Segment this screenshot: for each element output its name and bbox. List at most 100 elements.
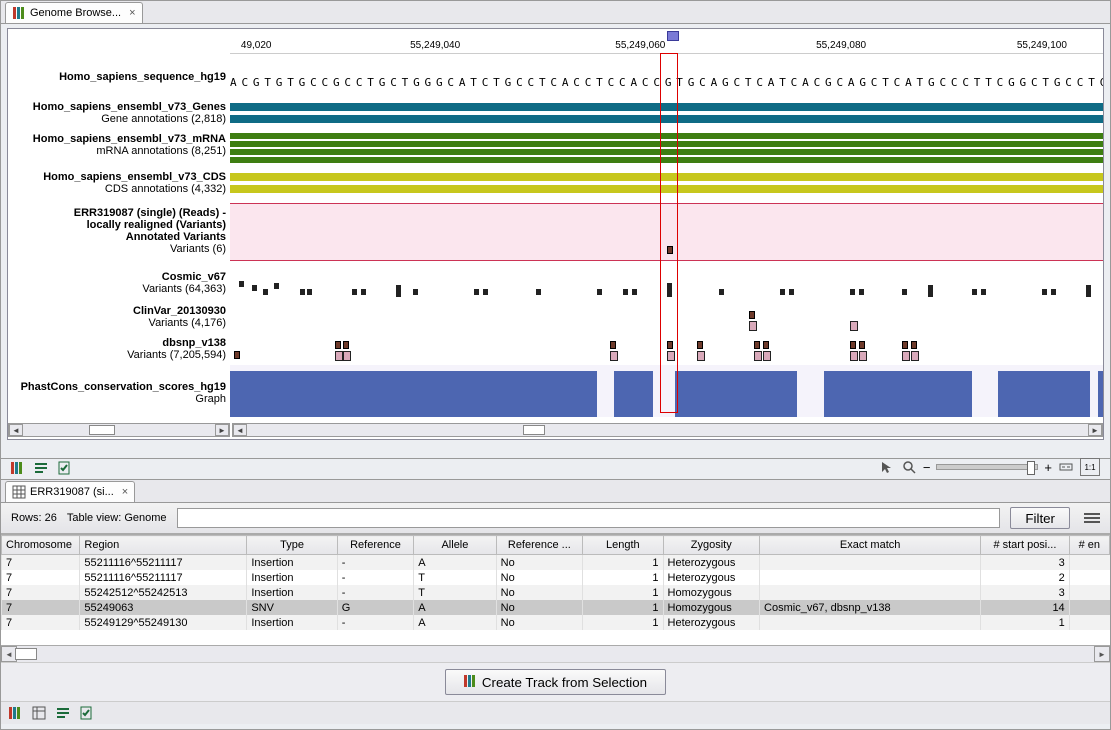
track-subtitle: Graph (195, 393, 226, 405)
tab-genome-browser[interactable]: Genome Browse... × (5, 2, 143, 23)
ruler-tick: 49,020 (241, 40, 272, 51)
gene-band (230, 103, 1103, 111)
zoom-controls: − + 1:1 (879, 458, 1100, 476)
filter-bar: Rows: 26 Table view: Genome Filter (1, 503, 1110, 534)
action-row: Create Track from Selection (1, 662, 1110, 701)
coordinate-ruler: 49,020 55,249,040 55,249,060 55,249,080 … (230, 29, 1103, 54)
filter-input[interactable] (177, 508, 1001, 528)
top-tabbar: Genome Browse... × (1, 1, 1110, 24)
genome-browser-panel: 49,020 55,249,040 55,249,060 55,249,080 … (1, 24, 1110, 459)
column-header[interactable]: Chromosome (2, 536, 80, 555)
track-view-icon[interactable] (9, 460, 25, 476)
track-subtitle: mRNA annotations (8,251) (96, 145, 226, 157)
ruler-tick: 55,249,080 (816, 40, 866, 51)
settings-menu-icon[interactable] (1084, 510, 1100, 526)
track-subtitle: CDS annotations (4,332) (105, 183, 226, 195)
browser-view-icons (9, 460, 73, 476)
track-subtitle: Variants (6) (170, 243, 226, 255)
text-view-icon[interactable] (33, 460, 49, 476)
close-icon[interactable]: × (122, 486, 128, 498)
cosmic-track (230, 275, 1103, 301)
app-window: Genome Browse... × 49,020 55,249,040 55,… (0, 0, 1111, 730)
column-header[interactable]: Type (247, 536, 337, 555)
dbsnp-track (230, 339, 1103, 363)
track-subtitle: Gene annotations (2,818) (101, 113, 226, 125)
check-report-icon[interactable] (79, 705, 95, 721)
zoom-icon[interactable] (901, 459, 917, 475)
track-subtitle: Variants (4,176) (149, 317, 226, 329)
sequence-letters: ACGTGTGCCGCCTGCTGGGCATCTGCCTCACCTCCACCGT… (230, 75, 1103, 91)
close-icon[interactable]: × (129, 7, 135, 19)
track-subtitle: Variants (7,205,594) (127, 349, 226, 361)
table-view-icon[interactable] (31, 705, 47, 721)
track-area[interactable]: ACGTGTGCCGCCTGCTGGGCATCTGCCTCACCTCCACCGT… (230, 53, 1103, 439)
annotated-variants-track (230, 203, 1103, 261)
table-icon (12, 485, 26, 499)
track-title: Cosmic_v67 (162, 271, 226, 283)
column-header[interactable]: Exact match (760, 536, 981, 555)
track-title: ERR319087 (single) (Reads) - (74, 207, 226, 219)
track-labels: Homo_sapiens_sequence_hg19 Homo_sapiens_… (8, 29, 230, 439)
button-label: Create Track from Selection (482, 675, 647, 690)
one-to-one-icon[interactable]: 1:1 (1080, 458, 1100, 476)
mrna-band (230, 141, 1103, 147)
track-title: Annotated Variants (126, 231, 226, 243)
track-title: Homo_sapiens_ensembl_v73_mRNA (33, 133, 226, 145)
track-title: Homo_sapiens_sequence_hg19 (59, 71, 226, 83)
check-report-icon[interactable] (57, 460, 73, 476)
fit-width-icon[interactable] (1058, 459, 1074, 475)
table-scrollbar[interactable]: ◄ ► (1, 645, 1110, 662)
column-header[interactable]: Reference (337, 536, 413, 555)
table-row[interactable]: 755211116^55211117Insertion-TNo1Heterozy… (2, 570, 1110, 585)
table-row[interactable]: 755242512^55242513Insertion-TNo1Homozygo… (2, 585, 1110, 600)
variants-panel: ERR319087 (si... × Rows: 26 Table view: … (1, 479, 1110, 729)
bottom-tabbar: ERR319087 (si... × (1, 479, 1110, 503)
table-row[interactable]: 755211116^55211117Insertion-ANo1Heterozy… (2, 555, 1110, 571)
mrna-band (230, 133, 1103, 139)
browser-canvas[interactable]: 49,020 55,249,040 55,249,060 55,249,080 … (7, 28, 1104, 440)
create-track-button[interactable]: Create Track from Selection (445, 669, 666, 695)
table-row[interactable]: 755249063SNVGANo1HomozygousCosmic_v67, d… (2, 600, 1110, 615)
zoom-slider[interactable] (936, 464, 1038, 470)
zoom-out-icon[interactable]: − (923, 460, 931, 475)
track-subtitle: Variants (64,363) (142, 283, 226, 295)
column-header[interactable]: # start posi... (981, 536, 1069, 555)
table-header: ChromosomeRegionTypeReferenceAlleleRefer… (2, 536, 1110, 555)
tab-label: ERR319087 (si... (30, 486, 114, 498)
filter-button[interactable]: Filter (1010, 507, 1070, 529)
ruler-tick: 55,249,100 (1017, 40, 1067, 51)
column-header[interactable]: Length (583, 536, 663, 555)
gene-band (230, 115, 1103, 123)
table-body: 755211116^55211117Insertion-ANo1Heterozy… (2, 555, 1110, 631)
label-scrollbar[interactable]: ◄ ► (8, 423, 230, 437)
tab-label: Genome Browse... (30, 7, 121, 19)
table-view-label: Table view: Genome (67, 512, 167, 524)
cds-band (230, 185, 1103, 193)
column-header[interactable]: Zygosity (663, 536, 760, 555)
column-header[interactable]: Reference ... (496, 536, 582, 555)
track-title: dbsnp_v138 (162, 337, 226, 349)
column-header[interactable]: Region (80, 536, 247, 555)
ruler-tick: 55,249,060 (615, 40, 665, 51)
column-header[interactable]: # en (1069, 536, 1109, 555)
bottom-view-icons (1, 701, 1110, 724)
scrollbar-thumb[interactable] (15, 648, 37, 660)
tracks-icon (464, 675, 476, 690)
tracks-icon (12, 6, 26, 20)
zoom-in-icon[interactable]: + (1044, 460, 1052, 475)
phastcons-graph (230, 365, 1103, 417)
ruler-tick: 55,249,040 (410, 40, 460, 51)
text-view-icon[interactable] (55, 705, 71, 721)
cds-band (230, 173, 1103, 181)
track-scrollbar[interactable]: ◄ ► (232, 423, 1103, 437)
table-row[interactable]: 755249129^55249130Insertion-ANo1Heterozy… (2, 615, 1110, 630)
track-title: locally realigned (Variants) (87, 219, 226, 231)
variants-table[interactable]: ChromosomeRegionTypeReferenceAlleleRefer… (1, 534, 1110, 645)
track-view-icon[interactable] (7, 705, 23, 721)
tab-variants-table[interactable]: ERR319087 (si... × (5, 481, 135, 502)
pointer-icon[interactable] (879, 459, 895, 475)
scroll-right-icon[interactable]: ► (1094, 646, 1110, 662)
mrna-band (230, 157, 1103, 163)
column-header[interactable]: Allele (414, 536, 496, 555)
clinvar-track (230, 309, 1103, 331)
